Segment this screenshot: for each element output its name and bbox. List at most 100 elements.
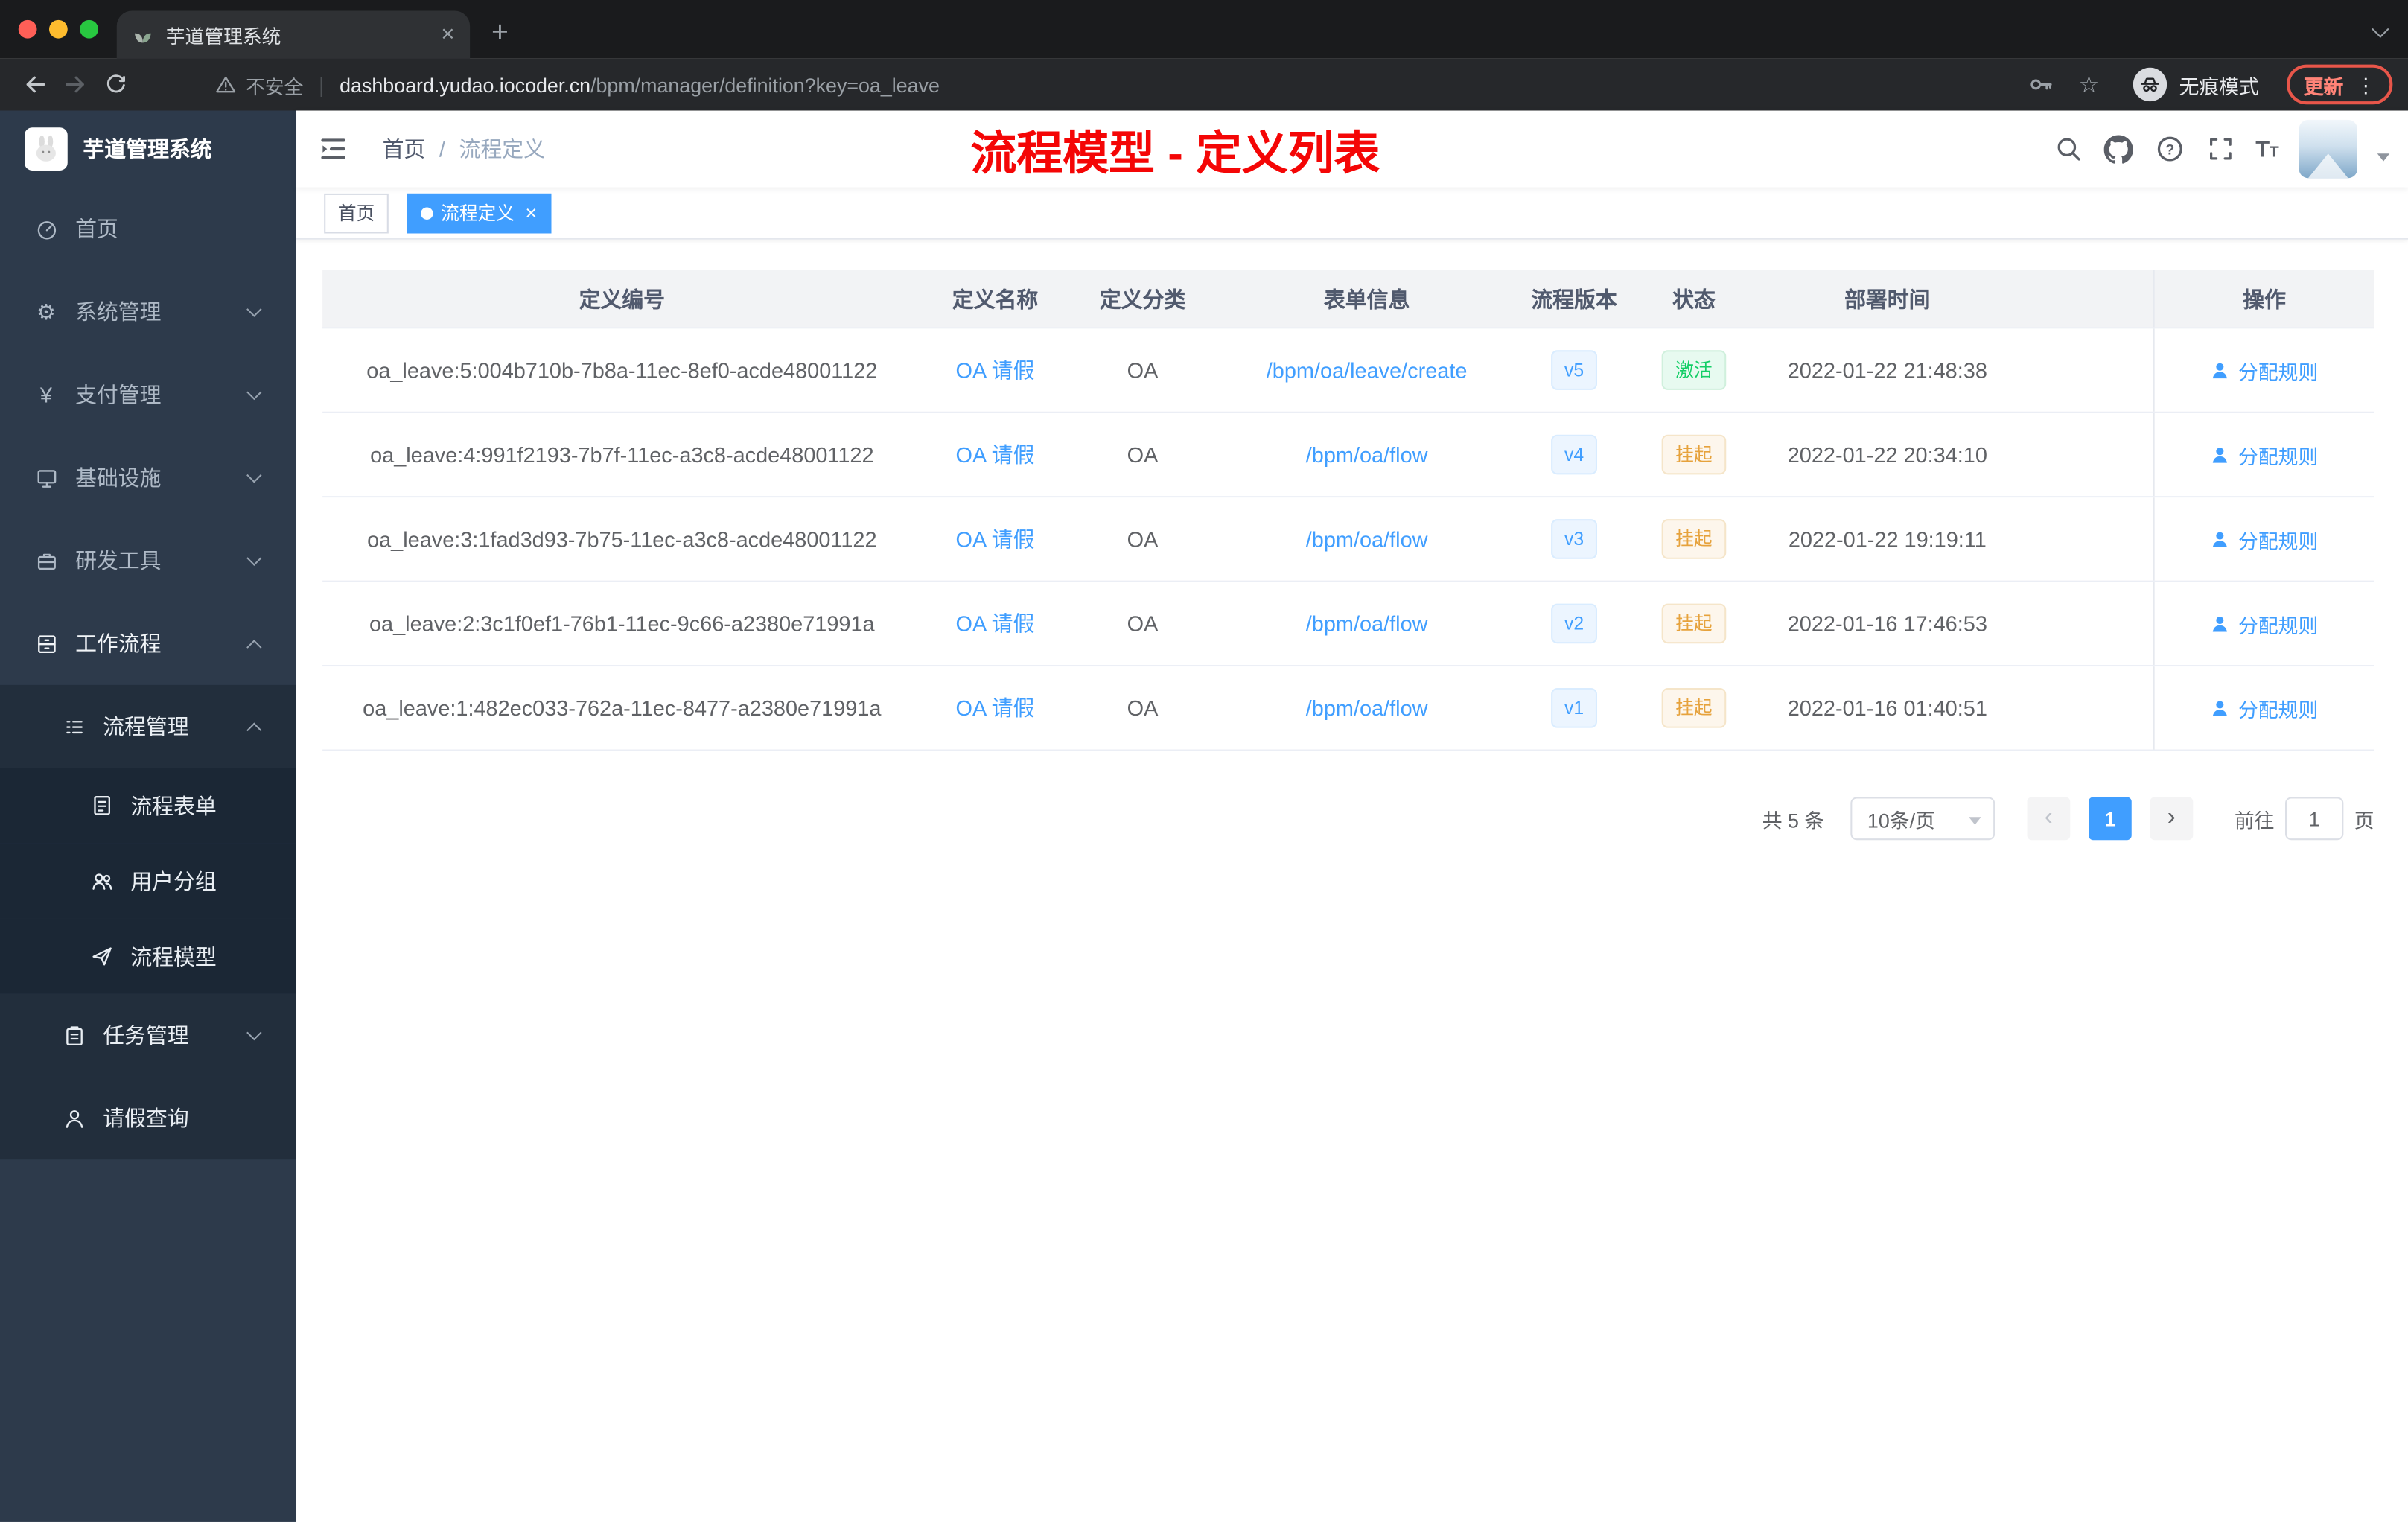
assign-rule-link[interactable]: 分配规则 xyxy=(2211,609,2318,638)
tag-home[interactable]: 首页 xyxy=(324,192,389,233)
cell-definition-name: OA 请假 xyxy=(922,413,1069,496)
tag-close-icon[interactable]: × xyxy=(525,203,537,223)
cell-definition-id: oa_leave:2:3c1f0ef1-76b1-11ec-9c66-a2380… xyxy=(369,611,875,636)
browser-toolbar: 不安全 | dashboard.yudao.iocoder.cn/bpm/man… xyxy=(0,58,2408,111)
definition-name-link[interactable]: OA 请假 xyxy=(956,439,1035,470)
page-size-select[interactable]: 10条/页 xyxy=(1850,797,1995,841)
tab-close-icon[interactable]: × xyxy=(441,23,454,46)
site-security-chip[interactable]: 不安全 xyxy=(215,70,304,99)
bookmark-star-icon[interactable]: ☆ xyxy=(2079,73,2100,96)
chevron-up-icon xyxy=(246,722,262,737)
address-bar[interactable]: dashboard.yudao.iocoder.cn/bpm/manager/d… xyxy=(340,73,940,96)
tag-process-definition[interactable]: 流程定义 × xyxy=(407,192,551,233)
app-navbar: 首页 / 流程定义 流程模型 - 定义列表 ? T T xyxy=(296,110,2408,188)
sidebar-item-system-mgmt[interactable]: ⚙ 系统管理 xyxy=(0,270,296,353)
table-row: oa_leave:2:3c1f0ef1-76b1-11ec-9c66-a2380… xyxy=(322,582,2374,667)
cell-definition-name: OA 请假 xyxy=(922,497,1069,580)
page-content: 定义编号 定义名称 定义分类 表单信息 流程版本 状态 部署时间 操作 oa_leave:5:… xyxy=(296,239,2408,1522)
new-tab-button[interactable]: + xyxy=(491,19,509,48)
forward-button[interactable] xyxy=(55,65,95,105)
definition-name-link[interactable]: OA 请假 xyxy=(956,354,1035,385)
form-link[interactable]: /bpm/oa/flow xyxy=(1306,695,1428,720)
row-spacer xyxy=(2018,666,2153,749)
table-row: oa_leave:1:482ec033-762a-11ec-8477-a2380… xyxy=(322,666,2374,751)
sidebar-item-dev-tools[interactable]: 研发工具 xyxy=(0,519,296,602)
assign-rule-link[interactable]: 分配规则 xyxy=(2211,355,2318,384)
sidebar-item-label: 研发工具 xyxy=(75,548,162,573)
close-window-button[interactable] xyxy=(18,19,37,39)
breadcrumb: 首页 / 流程定义 xyxy=(383,133,545,164)
status-badge: 挂起 xyxy=(1661,603,1727,644)
table-row: oa_leave:4:991f2193-7b7f-11ec-a3c8-acde4… xyxy=(322,413,2374,498)
sidebar-brand[interactable]: 芋道管理系统 xyxy=(0,111,296,188)
sidebar-item-home[interactable]: 首页 xyxy=(0,188,296,270)
row-spacer xyxy=(2018,497,2153,580)
prev-arrow: ‹ xyxy=(2044,804,2053,831)
list-icon xyxy=(58,715,89,738)
sidebar-item-label: 系统管理 xyxy=(75,299,162,325)
header-spacer xyxy=(2018,270,2153,327)
cell-action: 分配规则 xyxy=(2153,413,2374,497)
next-page-button[interactable]: › xyxy=(2150,797,2194,841)
search-icon[interactable] xyxy=(2053,133,2083,164)
sidebar-item-label: 支付管理 xyxy=(75,382,162,407)
definition-name-link[interactable]: OA 请假 xyxy=(956,692,1035,723)
form-link[interactable]: /bpm/oa/leave/create xyxy=(1267,358,1468,383)
definition-name-link[interactable]: OA 请假 xyxy=(956,608,1035,639)
cell-form-info: /bpm/oa/flow xyxy=(1217,582,1517,665)
prev-page-button[interactable]: ‹ xyxy=(2027,797,2071,841)
cell-definition-category: OA xyxy=(1127,442,1159,467)
assign-rule-link[interactable]: 分配规则 xyxy=(2211,693,2318,722)
kebab-menu-icon: ⋮ xyxy=(2355,72,2376,96)
user-icon xyxy=(2211,698,2231,718)
sidebar-item-payment-mgmt[interactable]: ¥ 支付管理 xyxy=(0,353,296,436)
incognito-label: 无痕模式 xyxy=(2179,74,2259,98)
zoom-window-button[interactable] xyxy=(80,19,98,39)
sidebar-item-infrastructure[interactable]: 基础设施 xyxy=(0,436,296,519)
font-size-icon[interactable]: TT xyxy=(2255,138,2279,161)
password-key-icon[interactable] xyxy=(2020,65,2060,105)
github-icon[interactable] xyxy=(2103,133,2134,164)
sidebar-item-process-form[interactable]: 流程表单 xyxy=(0,768,297,844)
sidebar-item-task-mgmt[interactable]: 任务管理 xyxy=(0,993,297,1077)
breadcrumb-home[interactable]: 首页 xyxy=(383,133,426,164)
sidebar-collapse-icon[interactable] xyxy=(318,133,348,164)
form-link[interactable]: /bpm/oa/flow xyxy=(1306,442,1428,467)
avatar[interactable] xyxy=(2299,119,2357,179)
breadcrumb-separator: / xyxy=(439,136,445,162)
minimize-window-button[interactable] xyxy=(49,19,68,39)
form-link[interactable]: /bpm/oa/flow xyxy=(1306,526,1428,551)
chevron-down-icon xyxy=(246,467,262,483)
svg-text:?: ? xyxy=(2165,141,2174,158)
cell-process-version: v4 xyxy=(1517,413,1631,496)
status-badge: 挂起 xyxy=(1661,434,1727,475)
column-header: 流程版本 xyxy=(1531,286,1617,311)
clipboard-icon xyxy=(58,1024,89,1047)
security-label: 不安全 xyxy=(246,76,304,98)
browser-tab[interactable]: 芋道管理系统 × xyxy=(116,10,471,59)
sidebar-item-process-mgmt[interactable]: 流程管理 xyxy=(0,684,297,768)
sidebar-item-label: 首页 xyxy=(75,216,118,241)
goto-page-input[interactable] xyxy=(2284,797,2344,841)
sidebar-item-user-group[interactable]: 用户分组 xyxy=(0,843,297,919)
version-badge: v5 xyxy=(1550,350,1598,390)
reload-button[interactable] xyxy=(95,65,136,105)
help-icon[interactable]: ? xyxy=(2154,133,2185,164)
definition-name-link[interactable]: OA 请假 xyxy=(956,523,1035,554)
fullscreen-icon[interactable] xyxy=(2205,133,2235,164)
cell-status: 挂起 xyxy=(1631,582,1756,665)
assign-rule-label: 分配规则 xyxy=(2238,360,2319,383)
cell-status: 挂起 xyxy=(1631,413,1756,496)
assign-rule-link[interactable]: 分配规则 xyxy=(2211,524,2318,553)
current-page-button[interactable]: 1 xyxy=(2088,797,2132,841)
assign-rule-link[interactable]: 分配规则 xyxy=(2211,440,2318,469)
sidebar-item-leave-query[interactable]: 请假查询 xyxy=(0,1076,297,1160)
navbar-actions: ? TT xyxy=(2053,111,2390,188)
sidebar-item-process-model[interactable]: 流程模型 xyxy=(0,918,297,994)
browser-menu-update-pill[interactable]: 更新 ⋮ xyxy=(2287,64,2393,105)
sidebar-item-workflow[interactable]: 工作流程 xyxy=(0,602,296,685)
back-button[interactable] xyxy=(16,65,56,105)
form-link[interactable]: /bpm/oa/flow xyxy=(1306,611,1428,636)
avatar-chevron-down-icon[interactable] xyxy=(2377,153,2390,161)
tab-search-chevron-icon[interactable] xyxy=(2372,20,2389,38)
